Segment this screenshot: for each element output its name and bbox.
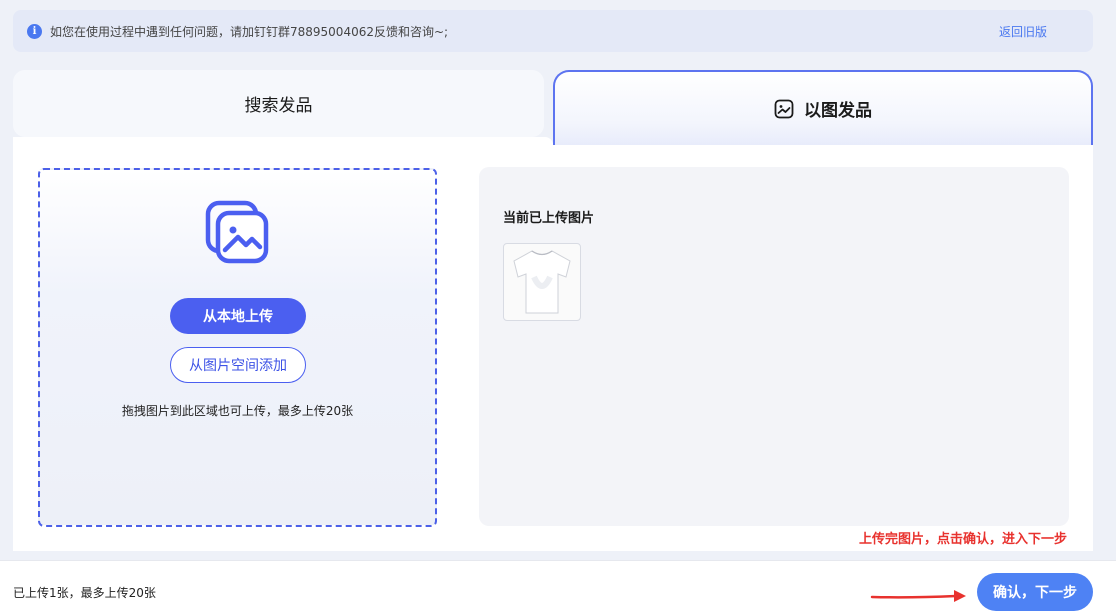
- notice-text: 如您在使用过程中遇到任何问题，请加钉钉群78895004062反馈和咨询~;: [50, 24, 449, 39]
- back-to-old-version-link[interactable]: 返回旧版: [999, 23, 1047, 40]
- arrow-right-icon: [870, 585, 970, 611]
- uploaded-image-thumbnail[interactable]: [503, 243, 581, 321]
- uploaded-title: 当前已上传图片: [503, 211, 595, 226]
- tab-search-publish[interactable]: 搜索发品: [13, 70, 544, 137]
- panel-notch: [13, 137, 553, 145]
- uploaded-images-panel: 当前已上传图片: [479, 167, 1069, 526]
- image-smile-icon: [774, 99, 794, 119]
- info-icon: i: [27, 23, 42, 39]
- guide-annotation: 上传完图片，点击确认，进入下一步: [858, 532, 1067, 547]
- add-from-image-space-button[interactable]: 从图片空间添加: [170, 347, 306, 383]
- image-stack-icon: [205, 200, 271, 270]
- upload-local-button[interactable]: 从本地上传: [170, 298, 306, 334]
- tab-image-publish[interactable]: 以图发品: [553, 70, 1093, 145]
- notice-bar: i 如您在使用过程中遇到任何问题，请加钉钉群78895004062反馈和咨询~;…: [13, 10, 1093, 52]
- upload-count-text: 已上传1张，最多上传20张: [13, 586, 156, 600]
- tab-label: 搜索发品: [244, 96, 313, 116]
- tshirt-icon: [513, 250, 571, 314]
- upload-dropzone[interactable]: 从本地上传 从图片空间添加 拖拽图片到此区域也可上传，最多上传20张: [38, 168, 437, 527]
- upload-hint: 拖拽图片到此区域也可上传，最多上传20张: [121, 404, 354, 418]
- confirm-next-button[interactable]: 确认，下一步: [977, 573, 1093, 611]
- tab-label: 以图发品: [804, 101, 872, 121]
